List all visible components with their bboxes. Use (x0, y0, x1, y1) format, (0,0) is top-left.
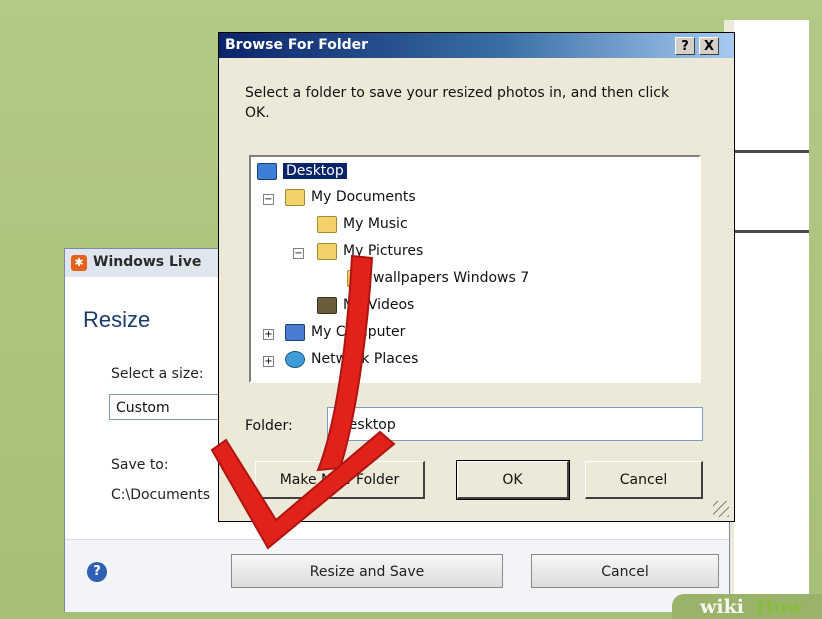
network-icon (285, 350, 305, 368)
background-window (724, 20, 809, 610)
save-to-path: C:\Documents (111, 487, 211, 503)
wikihow-watermark: wiki How (672, 594, 822, 619)
folder-input[interactable]: Desktop (327, 407, 703, 441)
select-size-label: Select a size: (111, 366, 204, 382)
windows-live-icon: ✱ (71, 255, 87, 271)
help-button[interactable]: ? (675, 37, 695, 55)
desktop-icon (257, 162, 277, 180)
computer-icon (285, 323, 305, 341)
tree-item-label: Network Places (311, 351, 419, 367)
tree-item-my-computer[interactable]: My Computer (285, 320, 405, 344)
make-new-folder-button[interactable]: Make New Folder (255, 461, 425, 499)
ok-button[interactable]: OK (456, 460, 570, 500)
folder-label: Folder: (245, 418, 293, 434)
background: ✱ Windows Live Resize Select a size: Cus… (0, 0, 822, 619)
resize-and-save-button[interactable]: Resize and Save (231, 554, 503, 588)
pictures-folder-icon (317, 242, 337, 260)
divider (734, 150, 809, 153)
tree-item-desktop[interactable]: Desktop (257, 159, 347, 183)
cancel-button[interactable]: Cancel (531, 554, 719, 588)
collapse-icon[interactable]: − (293, 248, 304, 259)
dialog-cancel-button[interactable]: Cancel (585, 461, 703, 499)
resize-grip-icon[interactable] (713, 501, 729, 517)
watermark-part1: wiki (700, 596, 744, 618)
expand-icon[interactable]: + (263, 329, 274, 340)
tree-item-my-documents[interactable]: My Documents (285, 185, 416, 209)
video-folder-icon (317, 296, 337, 314)
resize-heading: Resize (83, 307, 151, 332)
expand-icon[interactable]: + (263, 356, 274, 367)
tree-item-label: My Documents (311, 189, 416, 205)
help-icon[interactable]: ? (87, 562, 107, 582)
tree-item-label: My Computer (311, 324, 406, 340)
tree-item-wallpapers[interactable]: wallpapers Windows 7 (347, 266, 529, 290)
dialog-title: Browse For Folder (225, 37, 369, 53)
resize-window-title: Windows Live (93, 254, 202, 270)
watermark-part2: How (756, 596, 803, 618)
tree-item-my-music[interactable]: My Music (317, 212, 408, 236)
tree-item-label: wallpapers Windows 7 (373, 270, 530, 286)
resize-window-footer: ? Resize and Save Cancel (65, 539, 729, 612)
save-to-label: Save to: (111, 457, 169, 473)
tree-item-label: Desktop (283, 163, 347, 179)
dialog-titlebar: Browse For Folder ? X (219, 33, 734, 58)
music-folder-icon (317, 215, 337, 233)
tree-item-my-videos[interactable]: My Videos (317, 293, 414, 317)
my-documents-icon (285, 188, 305, 206)
collapse-icon[interactable]: − (263, 194, 274, 205)
folder-tree[interactable]: Desktop − My Documents My Music − My Pic… (249, 155, 701, 383)
divider (734, 230, 809, 233)
tree-item-network-places[interactable]: Network Places (285, 347, 418, 371)
browse-for-folder-dialog: Browse For Folder ? X Select a folder to… (218, 32, 735, 522)
folder-icon (347, 269, 367, 287)
tree-item-label: My Videos (343, 297, 415, 313)
dialog-instruction: Select a folder to save your resized pho… (245, 85, 670, 121)
close-button[interactable]: X (699, 37, 719, 55)
tree-item-label: My Music (343, 216, 408, 232)
tree-item-label: My Pictures (343, 243, 424, 259)
tree-item-my-pictures[interactable]: My Pictures (317, 239, 423, 263)
